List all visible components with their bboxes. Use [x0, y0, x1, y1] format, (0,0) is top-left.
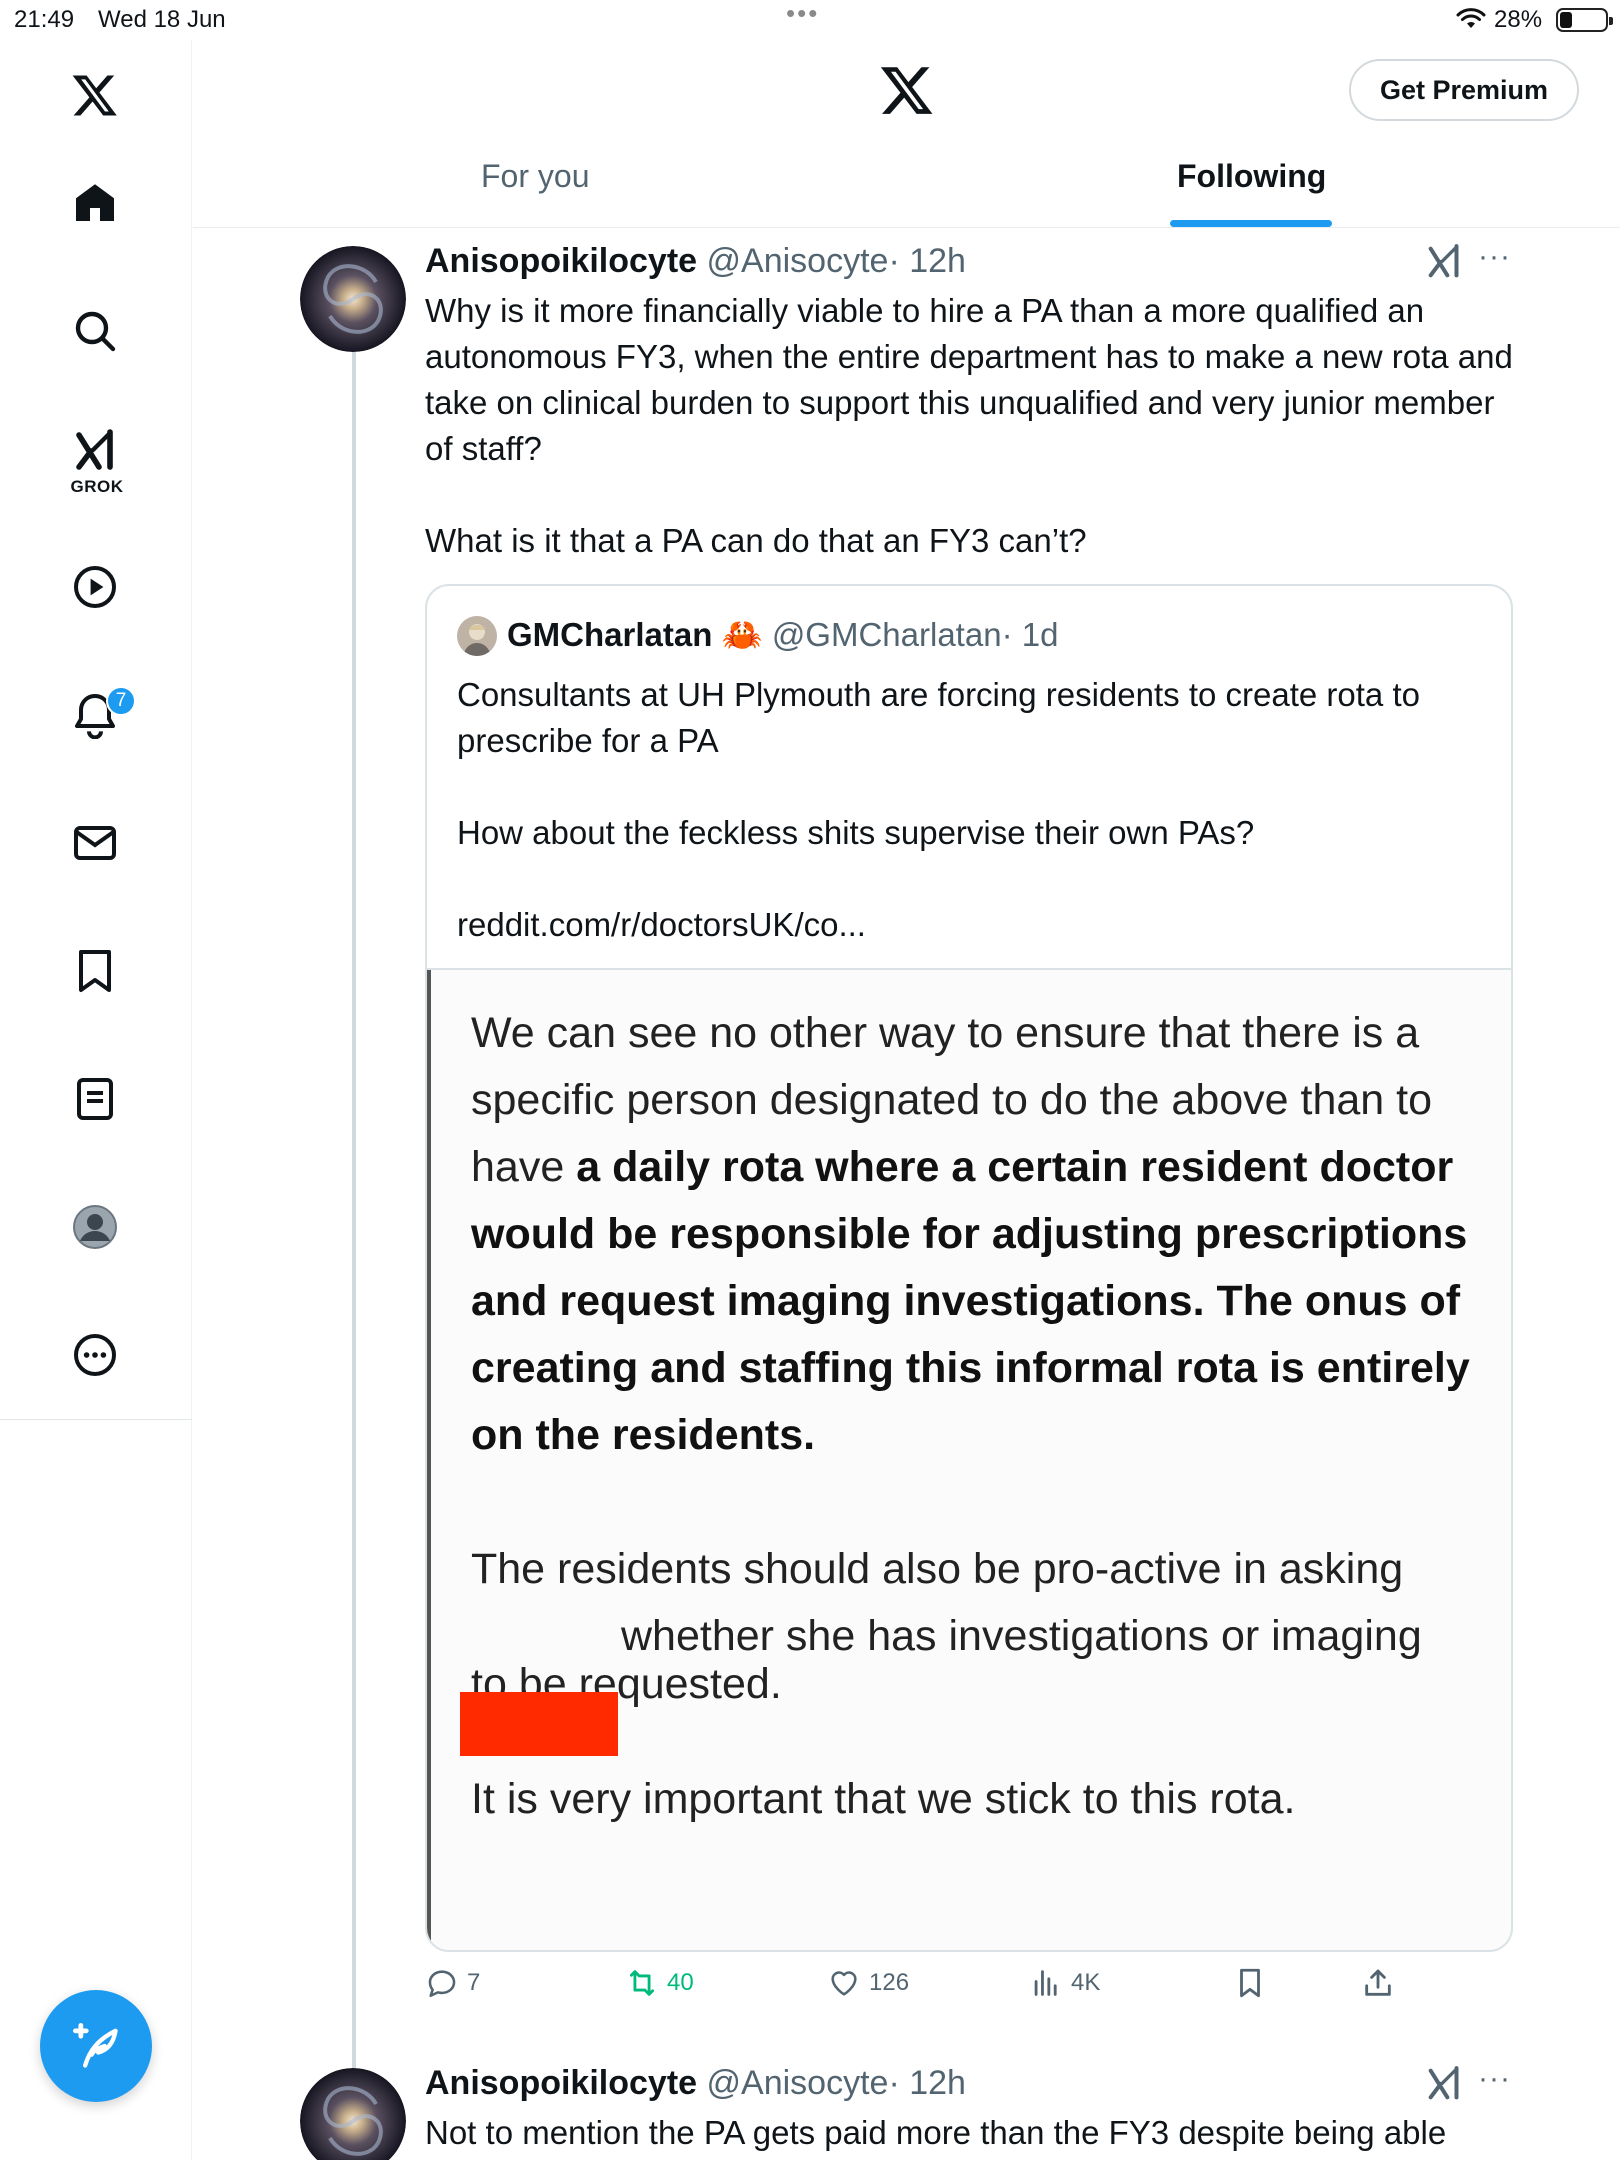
tweet-text-paragraph: What is it that a PA can do that an FY3 …	[425, 522, 1087, 559]
tweet-header: Anisopoikilocyte @Anisocyte· 12h	[425, 242, 966, 281]
tweet-text: Not to mention the PA gets paid more tha…	[425, 2114, 1447, 2151]
author-handle[interactable]: @Anisocyte	[707, 2064, 889, 2102]
crab-emoji: 🦀	[721, 616, 763, 653]
repost-button[interactable]: 40	[625, 1966, 694, 2000]
views-icon	[1034, 1970, 1057, 1996]
tweet-actions: 7 40 126 4K	[425, 1966, 1425, 2010]
compose-icon	[73, 2023, 118, 2068]
grok-icon[interactable]	[1424, 242, 1464, 282]
view-count: 4K	[1071, 1969, 1101, 1996]
author-name[interactable]: Anisopoikilocyte	[425, 2064, 697, 2102]
avatar[interactable]	[300, 246, 406, 352]
quoted-tweet[interactable]: GMCharlatan 🦀 @GMCharlatan· 1d Consultan…	[425, 584, 1513, 1952]
bookmark-icon[interactable]	[66, 942, 124, 1000]
quote-text-paragraph: Consultants at UH Plymouth are forcing r…	[457, 676, 1420, 759]
tab-for-you[interactable]: For you	[481, 158, 589, 195]
battery-percent: 28%	[1494, 6, 1543, 33]
repost-icon	[629, 1970, 655, 1996]
quote-author-handle[interactable]: @GMCharlatan	[772, 616, 1002, 653]
home-icon[interactable]	[66, 174, 124, 232]
profile-icon[interactable]	[66, 1198, 124, 1256]
reply-icon	[428, 1970, 456, 1998]
grok-label: GROK	[70, 477, 124, 496]
quote-header: GMCharlatan 🦀 @GMCharlatan· 1d	[507, 616, 1058, 655]
tweet-time[interactable]: · 12h	[888, 242, 966, 280]
play-icon[interactable]	[66, 558, 124, 616]
x-logo-icon[interactable]	[879, 62, 935, 118]
tweet-header: Anisopoikilocyte @Anisocyte· 12h	[425, 2064, 966, 2103]
thread-line	[352, 352, 356, 2072]
tab-following[interactable]: Following	[1177, 158, 1326, 195]
grok-icon[interactable]	[1424, 2064, 1464, 2104]
compose-button[interactable]	[40, 1990, 152, 2102]
sidebar: GROK 7	[0, 40, 192, 2160]
status-time: 21:49	[14, 6, 75, 33]
quote-author-name[interactable]: GMCharlatan	[507, 616, 712, 653]
quote-link[interactable]: reddit.com/r/doctorsUK/co...	[457, 902, 1487, 948]
tweet-text-paragraph: Why is it more financially viable to hir…	[425, 292, 1513, 467]
more-options-icon[interactable]: ···	[1478, 2062, 1511, 2096]
image-border	[427, 970, 431, 1950]
avatar[interactable]	[300, 2068, 406, 2160]
image-paragraph-3: It is very important that we stick to th…	[471, 1775, 1296, 1823]
notification-badge: 7	[106, 686, 136, 716]
list-icon[interactable]	[66, 1070, 124, 1128]
status-bar: 21:49 Wed 18 Jun ••• 28%	[0, 0, 1620, 40]
image-text: We can see no other way to ensure that t…	[471, 1000, 1491, 1833]
bookmark-button[interactable]	[1233, 1966, 1275, 2000]
search-icon[interactable]	[66, 302, 124, 360]
quote-text-paragraph: How about the feckless shits supervise t…	[457, 814, 1255, 851]
wifi-icon	[1456, 8, 1486, 28]
active-tab-indicator	[1170, 220, 1332, 227]
heart-icon	[831, 1971, 857, 1996]
reply-count: 7	[467, 1969, 481, 1996]
redaction-box	[460, 1692, 618, 1756]
more-options-icon[interactable]: ···	[1478, 240, 1511, 274]
author-handle[interactable]: @Anisocyte	[707, 242, 889, 280]
author-name[interactable]: Anisopoikilocyte	[425, 242, 697, 280]
share-icon	[1365, 1969, 1391, 1996]
grok-icon[interactable]	[66, 422, 124, 480]
status-date: Wed 18 Jun	[98, 6, 226, 33]
share-button[interactable]	[1361, 1966, 1403, 2000]
multitask-dots-icon[interactable]: •••	[786, 0, 819, 26]
reply-button[interactable]: 7	[425, 1966, 480, 2000]
tweet-text: Why is it more financially viable to hir…	[425, 288, 1515, 564]
quote-avatar[interactable]	[457, 616, 497, 656]
image-paragraph-2: The residents should also be pro-active …	[471, 1536, 1491, 1718]
like-count: 126	[869, 1969, 910, 1996]
mail-icon[interactable]	[66, 814, 124, 872]
tweet-time[interactable]: · 12h	[888, 2064, 966, 2102]
more-icon[interactable]	[66, 1326, 124, 1384]
get-premium-button[interactable]: Get Premium	[1349, 59, 1579, 121]
bookmark-icon	[1240, 1968, 1260, 1998]
battery-fill	[1560, 12, 1572, 28]
timeline-header: Get Premium For you Following	[193, 40, 1620, 228]
image-paragraph-1: We can see no other way to ensure that t…	[471, 1000, 1491, 1469]
x-logo-icon[interactable]	[66, 66, 124, 124]
like-button[interactable]: 126	[827, 1966, 909, 2000]
sidebar-divider	[0, 1419, 192, 1420]
quote-time: · 1d	[1001, 616, 1059, 653]
image-text-line: The residents should also be pro-active …	[471, 1545, 1404, 1593]
quote-image[interactable]: We can see no other way to ensure that t…	[427, 968, 1511, 1950]
battery-icon	[1556, 8, 1613, 32]
views-button[interactable]: 4K	[1029, 1966, 1100, 2000]
quote-text: Consultants at UH Plymouth are forcing r…	[457, 672, 1487, 948]
image-text-bold: a daily rota where a certain resident do…	[471, 1143, 1470, 1459]
repost-count: 40	[667, 1969, 694, 1996]
